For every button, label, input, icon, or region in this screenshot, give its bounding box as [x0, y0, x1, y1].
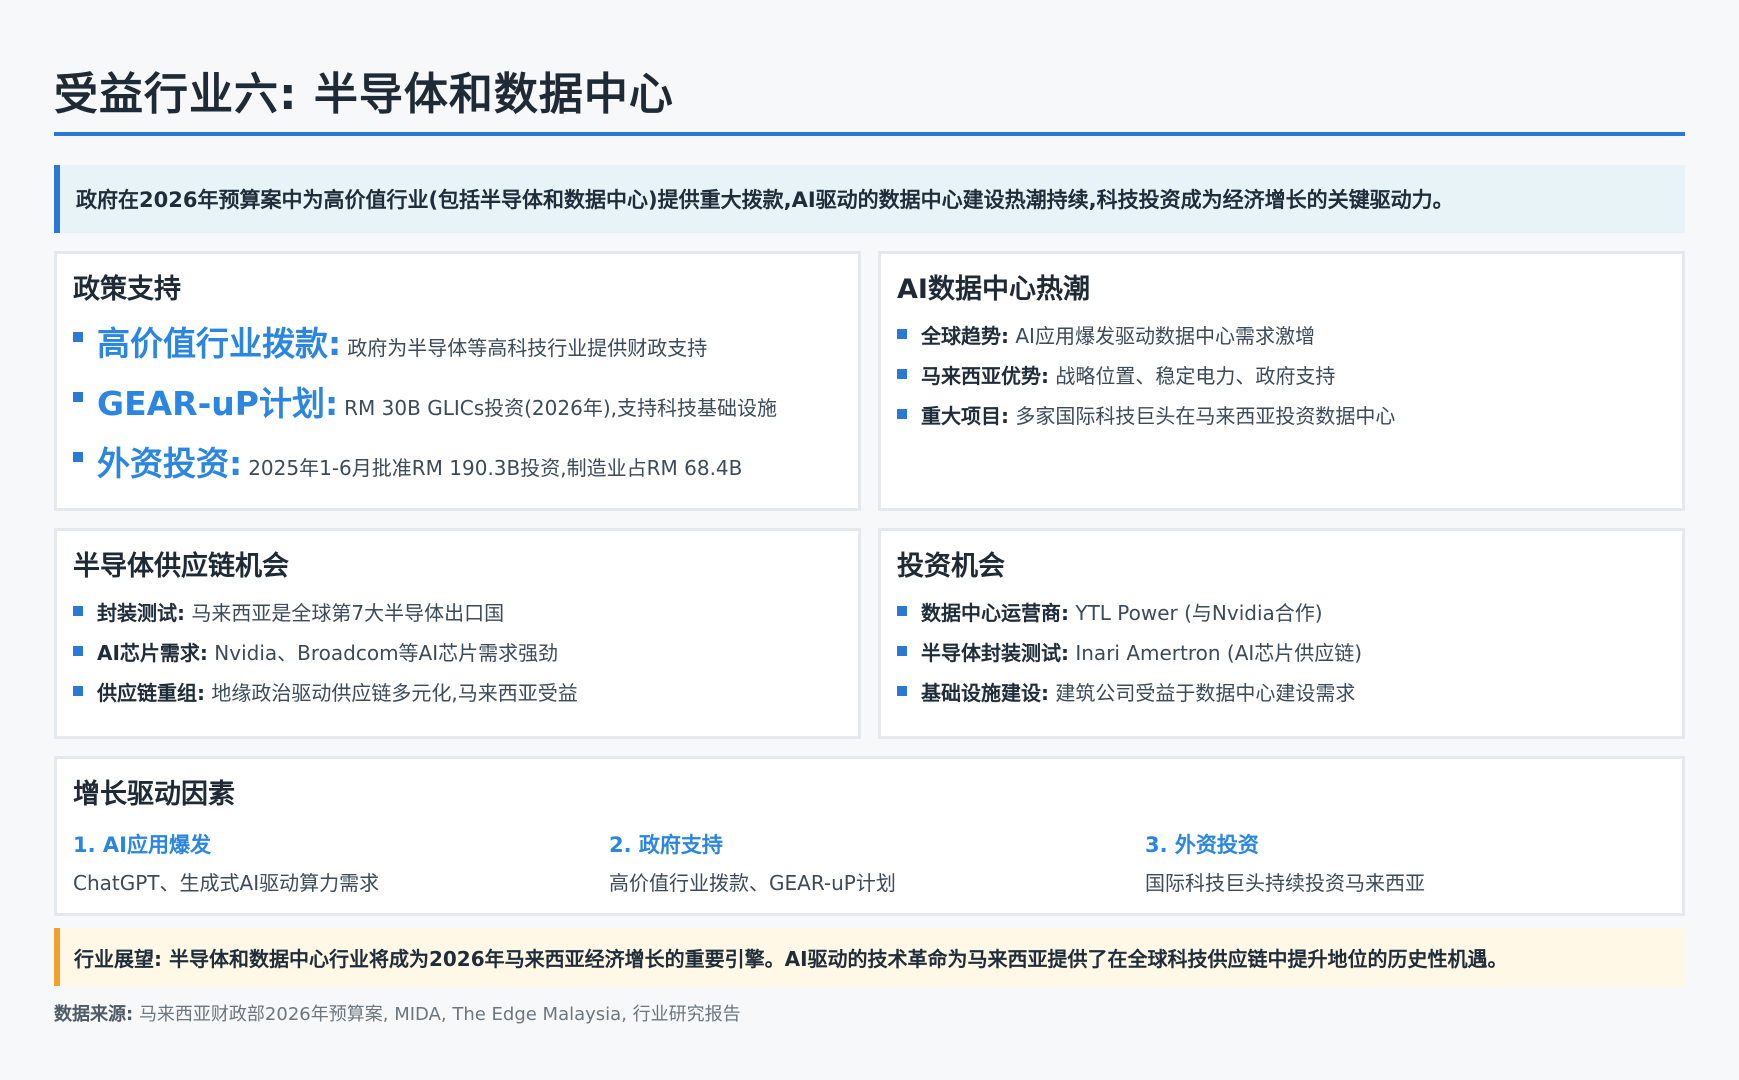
driver-title: 3. 外资投资: [1145, 833, 1259, 857]
bullet-marker: [897, 329, 907, 339]
list-item: AI芯片需求: Nvidia、Broadcom等AI芯片需求强劲: [73, 633, 842, 673]
bullet-marker: [73, 392, 83, 402]
item-text: AI应用爆发驱动数据中心需求激增: [1015, 324, 1315, 348]
item-text: YTL Power (与Nvidia合作): [1075, 601, 1323, 625]
item-key: AI芯片需求:: [97, 641, 208, 665]
list-item: 重大项目: 多家国际科技巨头在马来西亚投资数据中心: [897, 396, 1666, 436]
semiconductor-list: 封装测试: 马来西亚是全球第7大半导体出口国 AI芯片需求: Nvidia、Br…: [73, 593, 842, 713]
list-item: 供应链重组: 地缘政治驱动供应链多元化,马来西亚受益: [73, 673, 842, 713]
item-key: 高价值行业拨款:: [97, 324, 342, 363]
bullet-marker: [897, 686, 907, 696]
policy-card: 政策支持 高价值行业拨款: 政府为半导体等高科技行业提供财政支持 GEAR-uP计…: [54, 251, 861, 511]
item-text: 建筑公司受益于数据中心建设需求: [1055, 681, 1356, 705]
growth-driver-1: 1. AI应用爆发 ChatGPT、生成式AI驱动算力需求: [73, 829, 379, 901]
driver-title: 1. AI应用爆发: [73, 833, 211, 857]
bullet-marker: [897, 369, 907, 379]
list-item: GEAR-uP计划: RM 30B GLICs投资(2026年),支持科技基础设施: [73, 376, 842, 436]
item-text: 战略位置、稳定电力、政府支持: [1055, 364, 1336, 388]
item-key: 半导体封装测试:: [921, 641, 1069, 665]
list-item: 封装测试: 马来西亚是全球第7大半导体出口国: [73, 593, 842, 633]
investment-heading: 投资机会: [897, 551, 1005, 582]
item-text: 地缘政治驱动供应链多元化,马来西亚受益: [211, 681, 578, 705]
driver-desc: ChatGPT、生成式AI驱动算力需求: [73, 871, 380, 895]
bullet-marker: [897, 409, 907, 419]
growth-drivers-card: 增长驱动因素 1. AI应用爆发 ChatGPT、生成式AI驱动算力需求 2. …: [54, 756, 1685, 916]
item-text: Nvidia、Broadcom等AI芯片需求强劲: [214, 641, 559, 665]
item-text: 政府为半导体等高科技行业提供财政支持: [347, 336, 708, 360]
item-key: 马来西亚优势:: [921, 364, 1049, 388]
source-note: 数据来源: 马来西亚财政部2026年预算案, MIDA, The Edge Ma…: [54, 1000, 741, 1026]
bullet-marker: [897, 606, 907, 616]
ai-datacenter-list: 全球趋势: AI应用爆发驱动数据中心需求激增 马来西亚优势: 战略位置、稳定电力…: [897, 316, 1666, 436]
list-item: 全球趋势: AI应用爆发驱动数据中心需求激增: [897, 316, 1666, 356]
ai-datacenter-card: AI数据中心热潮 全球趋势: AI应用爆发驱动数据中心需求激增 马来西亚优势: …: [878, 251, 1685, 511]
list-item: 马来西亚优势: 战略位置、稳定电力、政府支持: [897, 356, 1666, 396]
item-text: RM 30B GLICs投资(2026年),支持科技基础设施: [344, 396, 777, 420]
summary-callout: 政府在2026年预算案中为高价值行业(包括半导体和数据中心)提供重大拨款,AI驱…: [54, 165, 1685, 233]
item-key: 供应链重组:: [97, 681, 205, 705]
bullet-marker: [73, 452, 83, 462]
semiconductor-card: 半导体供应链机会 封装测试: 马来西亚是全球第7大半导体出口国 AI芯片需求: …: [54, 528, 861, 739]
outlook-text: 行业展望: 半导体和数据中心行业将成为2026年马来西亚经济增长的重要引擎。AI…: [74, 946, 1508, 971]
item-key: 封装测试:: [97, 601, 185, 625]
driver-title: 2. 政府支持: [609, 833, 723, 857]
growth-driver-3: 3. 外资投资 国际科技巨头持续投资马来西亚: [1145, 829, 1425, 901]
semiconductor-heading: 半导体供应链机会: [73, 551, 289, 582]
item-key: 重大项目:: [921, 404, 1009, 428]
bullet-marker: [73, 606, 83, 616]
list-item: 数据中心运营商: YTL Power (与Nvidia合作): [897, 593, 1666, 633]
outlook-callout: 行业展望: 半导体和数据中心行业将成为2026年马来西亚经济增长的重要引擎。AI…: [54, 928, 1685, 986]
item-text: 多家国际科技巨头在马来西亚投资数据中心: [1015, 404, 1396, 428]
list-item: 外资投资: 2025年1-6月批准RM 190.3B投资,制造业占RM 68.4B: [73, 436, 842, 496]
source-label: 数据来源:: [54, 1004, 134, 1025]
list-item: 高价值行业拨款: 政府为半导体等高科技行业提供财政支持: [73, 316, 842, 376]
item-key: 数据中心运营商:: [921, 601, 1069, 625]
item-text: 2025年1-6月批准RM 190.3B投资,制造业占RM 68.4B: [248, 456, 743, 480]
investment-card: 投资机会 数据中心运营商: YTL Power (与Nvidia合作) 半导体封…: [878, 528, 1685, 739]
driver-desc: 国际科技巨头持续投资马来西亚: [1145, 871, 1425, 895]
policy-heading: 政策支持: [73, 274, 181, 305]
bullet-marker: [897, 646, 907, 656]
ai-datacenter-heading: AI数据中心热潮: [897, 274, 1090, 305]
item-text: 马来西亚是全球第7大半导体出口国: [191, 601, 505, 625]
slide: 受益行业六: 半导体和数据中心 政府在2026年预算案中为高价值行业(包括半导体…: [0, 0, 1739, 1080]
summary-text: 政府在2026年预算案中为高价值行业(包括半导体和数据中心)提供重大拨款,AI驱…: [76, 188, 1454, 212]
bullet-marker: [73, 332, 83, 342]
page-title: 受益行业六: 半导体和数据中心: [54, 69, 674, 120]
growth-heading: 增长驱动因素: [73, 779, 235, 810]
growth-driver-2: 2. 政府支持 高价值行业拨款、GEAR-uP计划: [609, 829, 896, 901]
title-divider: [54, 132, 1685, 136]
list-item: 基础设施建设: 建筑公司受益于数据中心建设需求: [897, 673, 1666, 713]
item-key: 外资投资:: [97, 444, 243, 483]
investment-list: 数据中心运营商: YTL Power (与Nvidia合作) 半导体封装测试: …: [897, 593, 1666, 713]
item-key: GEAR-uP计划:: [97, 384, 339, 423]
driver-desc: 高价值行业拨款、GEAR-uP计划: [609, 871, 896, 895]
item-text: Inari Amertron (AI芯片供应链): [1075, 641, 1363, 665]
bullet-marker: [73, 686, 83, 696]
source-text: 马来西亚财政部2026年预算案, MIDA, The Edge Malaysia…: [138, 1004, 741, 1025]
item-key: 全球趋势:: [921, 324, 1009, 348]
policy-list: 高价值行业拨款: 政府为半导体等高科技行业提供财政支持 GEAR-uP计划: RM …: [73, 316, 842, 496]
item-key: 基础设施建设:: [921, 681, 1049, 705]
bullet-marker: [73, 646, 83, 656]
list-item: 半导体封装测试: Inari Amertron (AI芯片供应链): [897, 633, 1666, 673]
